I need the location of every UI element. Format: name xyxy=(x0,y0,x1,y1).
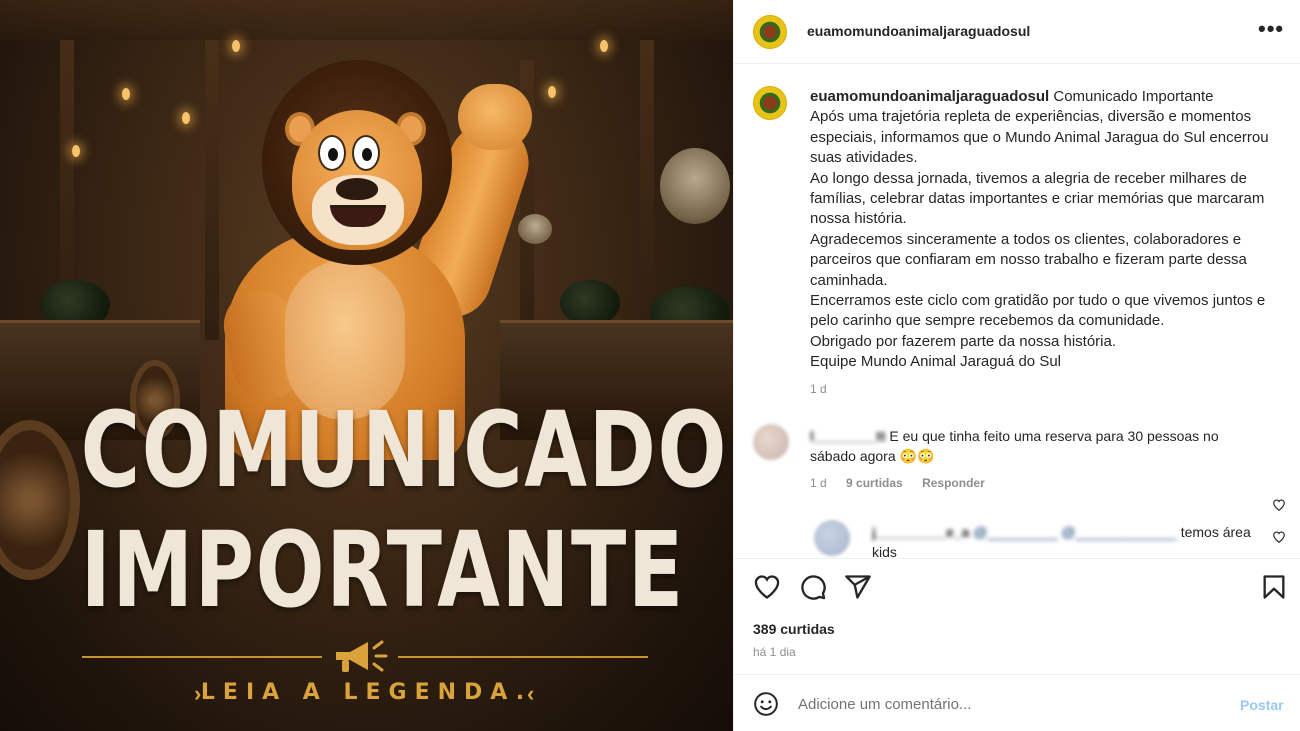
hanging-lamp xyxy=(660,148,730,224)
caption-username[interactable]: euamomundoanimaljaraguadosul xyxy=(810,88,1049,105)
reply-username[interactable]: j_________e_a xyxy=(872,524,969,540)
post-panel: euamomundoanimaljaraguadosul ••• euamomu… xyxy=(733,0,1300,731)
headline-comunicado: COMUNICADO xyxy=(80,389,729,511)
save-bookmark-icon[interactable] xyxy=(1260,573,1288,601)
comments-area[interactable]: euamomundoanimaljaraguadosul Comunicado … xyxy=(734,64,1300,558)
header-username[interactable]: euamomundoanimaljaraguadosul xyxy=(807,23,1030,39)
like-heart-icon[interactable] xyxy=(753,573,781,601)
like-reply-heart-icon[interactable] xyxy=(1272,530,1286,544)
light-bulb xyxy=(548,86,556,98)
mascot-eye xyxy=(352,135,380,171)
reply-mentions[interactable]: @_________ @_____________ xyxy=(969,524,1177,540)
caption-avatar[interactable] xyxy=(753,86,787,120)
wood-beam xyxy=(205,40,219,340)
mascot-eye xyxy=(318,135,346,171)
light-bulb xyxy=(72,145,80,157)
megaphone-icon xyxy=(336,640,388,672)
headline-importante: IMPORTANTE xyxy=(80,509,685,631)
chevron-right-decoration: ‹ xyxy=(527,681,535,706)
post-actions: 389 curtidas há 1 dia xyxy=(734,558,1300,674)
light-bulb xyxy=(600,40,608,52)
comment-bubble-icon[interactable] xyxy=(799,573,827,601)
wood-beam xyxy=(0,0,733,40)
likes-count[interactable]: 389 curtidas xyxy=(753,621,835,637)
like-comment-heart-icon[interactable] xyxy=(1272,498,1286,512)
post-button[interactable]: Postar xyxy=(1240,697,1284,713)
read-caption-text: LEIA A LEGENDA. xyxy=(200,680,533,705)
post-header: euamomundoanimaljaraguadosul ••• xyxy=(734,0,1300,64)
mascot-fist xyxy=(458,84,532,150)
divider-left xyxy=(82,656,322,658)
comment-likes[interactable]: 9 curtidas xyxy=(846,476,903,490)
hanging-lamp xyxy=(518,214,552,244)
commenter-avatar[interactable] xyxy=(753,424,789,460)
light-bulb xyxy=(232,40,240,52)
mascot-nose xyxy=(336,178,378,200)
reply-avatar[interactable] xyxy=(814,520,850,556)
comment-input[interactable] xyxy=(798,689,1218,719)
post-image[interactable]: COMUNICADO IMPORTANTE › LEIA A LEGENDA. … xyxy=(0,0,733,731)
wagon-wheel xyxy=(0,420,80,580)
caption-timestamp[interactable]: 1 d xyxy=(810,382,827,396)
reply-text: j_________e_a @_________ @_____________ … xyxy=(872,522,1262,558)
reply-button[interactable]: Responder xyxy=(922,476,985,490)
more-options-icon[interactable]: ••• xyxy=(1258,18,1284,40)
commenter-username[interactable]: l________tt xyxy=(810,428,886,444)
share-paper-plane-icon[interactable] xyxy=(844,573,872,601)
light-bulb xyxy=(122,88,130,100)
caption-text: euamomundoanimaljaraguadosul Comunicado … xyxy=(810,87,1280,373)
add-comment-bar: Postar xyxy=(734,674,1300,731)
post-date[interactable]: há 1 dia xyxy=(753,645,796,659)
comment-text: l________tt E eu que tinha feito uma res… xyxy=(810,426,1250,467)
light-bulb xyxy=(182,112,190,124)
divider-right xyxy=(398,656,648,658)
caption-body: Comunicado Importante Após uma trajetóri… xyxy=(810,88,1269,371)
account-avatar[interactable] xyxy=(753,15,787,49)
comment-timestamp[interactable]: 1 d xyxy=(810,476,827,490)
comment-meta: 1 d 9 curtidas Responder xyxy=(810,476,1001,490)
emoji-icon[interactable] xyxy=(753,691,779,717)
